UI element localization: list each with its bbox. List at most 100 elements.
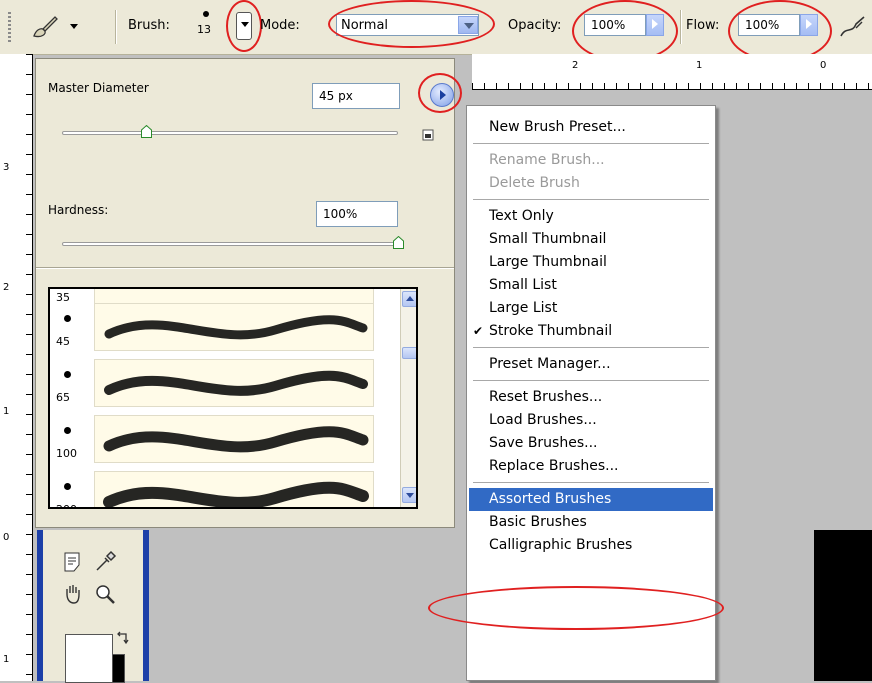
menu-item-preset-manager[interactable]: Preset Manager...	[469, 353, 713, 376]
brush-size-label: 45	[56, 335, 70, 348]
menu-item-replace-brushes[interactable]: Replace Brushes...	[469, 455, 713, 478]
menu-item-label: Large List	[489, 300, 558, 316]
brush-label: Brush:	[128, 18, 170, 33]
menu-item-reset-brushes[interactable]: Reset Brushes...	[469, 386, 713, 409]
menu-item-label: New Brush Preset...	[489, 119, 626, 135]
brush-preview-dot	[203, 11, 209, 17]
separator	[680, 10, 682, 44]
menu-item-label: Assorted Brushes	[489, 491, 612, 507]
brush-size: 13	[197, 23, 211, 36]
annotation-circle-opacity	[572, 0, 678, 62]
menu-separator	[473, 482, 709, 483]
zoom-tool-icon[interactable]	[93, 582, 117, 606]
hand-tool-icon[interactable]	[61, 582, 85, 606]
menu-item-label: Save Brushes...	[489, 435, 598, 451]
brush-tip-dot	[64, 315, 71, 322]
brush-size-label: 200	[56, 503, 77, 507]
brush-stroke-preview	[94, 303, 374, 351]
ruler-label: 3	[3, 162, 10, 173]
checkmark-icon: ✔	[473, 324, 484, 338]
menu-item-label: Rename Brush...	[489, 152, 605, 168]
menu-item-load-brushes[interactable]: Load Brushes...	[469, 409, 713, 432]
opacity-label: Opacity:	[508, 18, 562, 33]
menu-item-large-list[interactable]: Large List	[469, 297, 713, 320]
hardness-field[interactable]: 100%	[316, 201, 398, 227]
menu-item-small-thumbnail[interactable]: Small Thumbnail	[469, 228, 713, 251]
chevron-down-icon[interactable]	[70, 24, 78, 29]
brush-tip-dot	[64, 427, 71, 434]
ruler-label: 1	[3, 654, 10, 665]
menu-item-large-thumbnail[interactable]: Large Thumbnail	[469, 251, 713, 274]
brush-size-label: 100	[56, 447, 77, 460]
menu-item-new-brush-preset[interactable]: New Brush Preset...	[469, 116, 713, 139]
menu-item-label: Delete Brush	[489, 175, 580, 191]
menu-item-label: Preset Manager...	[489, 356, 611, 372]
brush-preset-row[interactable]: 65	[50, 355, 380, 411]
menu-item-label: Text Only	[489, 208, 554, 224]
scroll-down-button[interactable]	[402, 487, 416, 503]
hardness-slider-track[interactable]	[62, 242, 398, 246]
menu-item-save-brushes[interactable]: Save Brushes...	[469, 432, 713, 455]
brush-preset-row[interactable]: 100	[50, 411, 380, 467]
menu-item-label: Small Thumbnail	[489, 231, 607, 247]
master-diameter-slider-track[interactable]	[62, 131, 398, 135]
menu-item-label: Load Brushes...	[489, 412, 597, 428]
eyedropper-icon[interactable]	[93, 550, 117, 574]
ruler-label: 1	[3, 406, 10, 417]
brush-preset-row[interactable]: 45	[50, 299, 380, 355]
menu-item-label: Calligraphic Brushes	[489, 537, 633, 553]
annotation-circle-assorted	[428, 586, 724, 630]
new-preset-icon[interactable]	[422, 129, 434, 141]
annotation-circle-brush-dropdown	[226, 0, 262, 52]
options-bar: Brush: 13 Mode: Normal Opacity: 100% Flo…	[0, 0, 872, 62]
menu-item-label: Large Thumbnail	[489, 254, 607, 270]
brush-stroke-preview	[94, 359, 374, 407]
menu-item-label: Basic Brushes	[489, 514, 587, 530]
chevron-down-icon	[406, 493, 414, 498]
menu-item-basic-brushes[interactable]: Basic Brushes	[469, 511, 713, 534]
brush-preset-row[interactable]: 200	[50, 467, 380, 507]
panel-divider	[36, 267, 454, 269]
swap-colors-icon[interactable]	[115, 630, 131, 646]
hardness-slider-thumb[interactable]	[393, 236, 404, 249]
ruler-label: 2	[3, 282, 10, 293]
menu-item-delete-brush: Delete Brush	[469, 172, 713, 195]
brush-tip-dot	[64, 483, 71, 490]
foreground-color-swatch[interactable]	[65, 634, 113, 683]
flow-label: Flow:	[686, 18, 720, 33]
master-diameter-label: Master Diameter	[48, 81, 149, 95]
scroll-thumb[interactable]	[402, 347, 416, 359]
vertical-ruler: 3 2 1 0 1	[0, 54, 33, 681]
master-diameter-slider-thumb[interactable]	[141, 125, 152, 138]
brush-picker-panel: Master Diameter 45 px Hardness: 100% 35 …	[35, 58, 462, 528]
tools-panel	[37, 530, 149, 683]
menu-item-label: Small List	[489, 277, 557, 293]
menu-item-calligraphic-brushes[interactable]: Calligraphic Brushes	[469, 534, 713, 557]
tool-preset-picker[interactable]	[30, 12, 110, 42]
notes-tool-icon[interactable]	[61, 550, 85, 574]
annotation-circle-flow	[728, 0, 832, 62]
brush-list-scrollbar[interactable]	[400, 289, 416, 507]
menu-item-label: Replace Brushes...	[489, 458, 619, 474]
menu-separator	[473, 380, 709, 381]
master-diameter-field[interactable]: 45 px	[312, 83, 400, 109]
hardness-label: Hardness:	[48, 203, 109, 217]
ruler-label: 1	[696, 60, 703, 71]
annotation-circle-panel-menu	[418, 73, 462, 113]
annotation-circle-mode	[328, 0, 495, 48]
menu-item-label: Reset Brushes...	[489, 389, 603, 405]
menu-item-small-list[interactable]: Small List	[469, 274, 713, 297]
menu-item-assorted-brushes[interactable]: Assorted Brushes	[469, 488, 713, 511]
horizontal-ruler: 2 1 0	[472, 54, 872, 90]
menu-item-text-only[interactable]: Text Only	[469, 205, 713, 228]
toolbar-grip[interactable]	[8, 12, 11, 42]
airbrush-icon[interactable]	[838, 14, 868, 40]
ruler-label: 0	[820, 60, 827, 71]
scroll-up-button[interactable]	[402, 291, 416, 307]
document-canvas[interactable]	[814, 530, 872, 681]
chevron-up-icon	[406, 296, 414, 301]
menu-item-stroke-thumbnail[interactable]: ✔ Stroke Thumbnail	[469, 320, 713, 343]
brush-stroke-preview	[94, 415, 374, 463]
mode-label: Mode:	[260, 18, 300, 33]
brush-stroke-preview	[94, 471, 374, 507]
